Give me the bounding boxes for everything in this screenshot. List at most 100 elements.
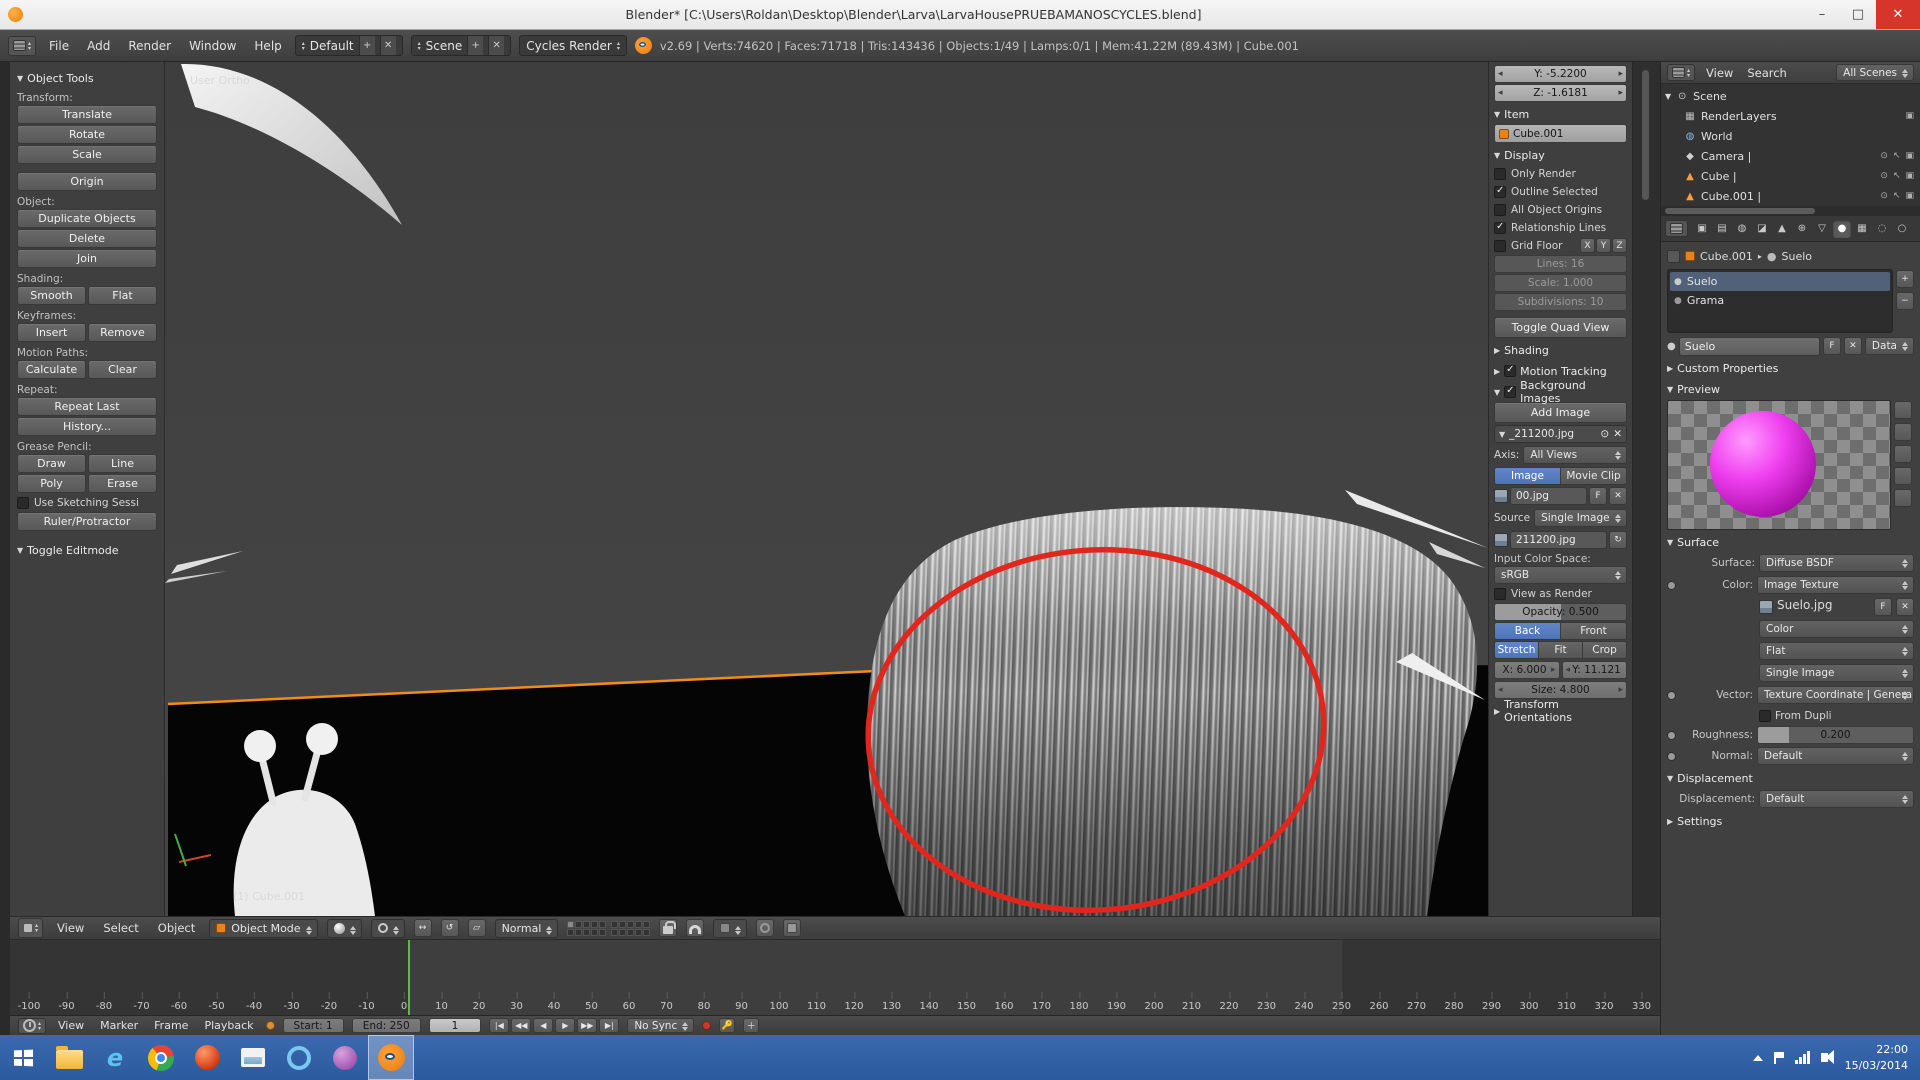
expand-icon[interactable]: ▼ [1499,430,1505,439]
minimize-button[interactable]: – [1804,0,1840,29]
offset-x-field[interactable]: X: 6.000▸ [1494,661,1560,679]
gp-poly-button[interactable]: Poly [17,474,86,493]
outliner-filter-dropdown[interactable]: All Scenes [1836,64,1914,81]
layers-widget[interactable] [567,921,650,936]
tab-render[interactable]: ▣ [1693,220,1711,238]
origin-button[interactable]: Origin [17,172,157,191]
color-space-dropdown[interactable]: sRGB [1494,566,1627,584]
all-object-origins-checkbox[interactable]: All Object Origins [1494,201,1627,218]
tab-physics[interactable]: ○ [1893,220,1911,238]
image-filename[interactable]: 00.jpg [1510,487,1587,505]
history-button[interactable]: History... [17,417,157,436]
checkbox-checked-icon[interactable] [1504,386,1516,398]
duplicate-objects-button[interactable]: Duplicate Objects [17,209,157,228]
manipulator-scale-toggle[interactable]: ▱ [468,919,486,937]
preview-cube-button[interactable] [1894,445,1912,463]
axis-dropdown[interactable]: All Views [1523,446,1627,464]
color-mode-dropdown[interactable]: Color [1759,620,1914,638]
selectable-icon[interactable]: ↖ [1893,151,1901,161]
displacement-dropdown[interactable]: Default [1759,790,1914,808]
custom-properties-panel-header[interactable]: ▶Custom Properties [1667,359,1914,377]
relationship-lines-checkbox[interactable]: Relationship Lines [1494,219,1627,236]
add-image-button[interactable]: Add Image [1494,402,1627,423]
from-dupli-checkbox[interactable]: From Dupli [1759,707,1914,724]
repeat-last-button[interactable]: Repeat Last [17,397,157,416]
display-panel-header[interactable]: ▼Display [1494,146,1627,164]
data-link-dropdown[interactable]: Data [1865,337,1914,355]
tab-object[interactable]: ◪ [1753,220,1771,238]
grid-z-toggle[interactable]: Z [1612,238,1627,253]
eye-icon[interactable]: ⊙ [1600,428,1609,440]
layer-grid-right[interactable] [611,921,650,936]
render-restrict-icon[interactable]: ▣ [1905,111,1914,121]
transform-orientation-dropdown[interactable]: Normal [495,919,559,938]
material-slot-list[interactable]: ●Suelo ●Grama [1667,269,1893,333]
messenger-icon[interactable] [322,1035,368,1080]
gp-draw-button[interactable]: Draw [17,454,86,473]
insert-keyframe-button[interactable]: Insert [17,323,86,342]
record-button[interactable] [702,1021,711,1030]
grid-x-toggle[interactable]: X [1580,238,1595,253]
preview-sphere-button[interactable] [1894,401,1912,419]
breadcrumb-material[interactable]: Suelo [1782,250,1813,263]
close-button[interactable]: ✕ [1876,0,1920,29]
outliner-editor-type-button[interactable]: ▴▾ [1667,64,1695,81]
unlink-image-button[interactable]: ✕ [1609,487,1627,505]
next-keyframe-button[interactable]: ▶▶ [577,1018,597,1033]
tab-particles[interactable]: ◌ [1873,220,1891,238]
properties-editor-type-button[interactable] [1665,220,1688,237]
delete-button[interactable]: Delete [17,229,157,248]
viewport-menu-object[interactable]: Object [153,919,200,937]
fit-button[interactable]: Fit [1539,642,1583,658]
menu-add[interactable]: Add [82,37,115,55]
tab-world[interactable]: ◍ [1733,220,1751,238]
front-button[interactable]: Front [1561,623,1626,639]
hide-icon[interactable]: ⊙ [1880,151,1888,161]
timeline-menu-view[interactable]: View [54,1018,88,1033]
opacity-slider[interactable]: Opacity: 0.500 [1494,603,1627,621]
screen-layout-selector[interactable]: ▴▾Default+✕ [295,35,403,56]
prev-keyframe-button[interactable]: ◀◀ [511,1018,531,1033]
vector-dropdown[interactable]: Texture Coordinate | Genera [1757,686,1914,704]
render-opengl-button[interactable] [756,919,774,937]
preview-panel-header[interactable]: ▼Preview [1667,380,1914,398]
maximize-button[interactable]: □ [1840,0,1876,29]
image-tab[interactable]: Image [1495,468,1561,484]
tab-scene[interactable]: ▤ [1713,220,1731,238]
view-as-render-checkbox[interactable]: View as Render [1494,585,1627,602]
normal-dropdown[interactable]: Default [1757,747,1914,765]
menu-render[interactable]: Render [123,37,176,55]
jump-to-start-button[interactable]: |◀ [489,1018,509,1033]
increment-icon[interactable]: ▸ [1618,88,1623,98]
checkbox-checked-icon[interactable] [1504,365,1516,377]
movie-clip-tab[interactable]: Movie Clip [1561,468,1626,484]
render-restrict-icon[interactable]: ▣ [1905,191,1914,201]
layout-delete-button[interactable]: ✕ [380,36,396,55]
background-image-entry[interactable]: ▼_211200.jpg⊙✕ [1494,425,1627,443]
outliner-row-renderlayers[interactable]: ▦RenderLayers▣ [1665,106,1916,126]
location-y-field[interactable]: ◂Y: -5.2200▸ [1494,65,1627,83]
material-browse-icon[interactable]: ● [1667,341,1676,352]
preview-flat-button[interactable] [1894,423,1912,441]
location-z-field[interactable]: ◂Z: -1.6181▸ [1494,84,1627,102]
add-slot-button[interactable]: + [1896,270,1914,288]
object-name-field[interactable]: Cube.001 [1494,124,1627,143]
start-frame-field[interactable]: Start: 1 [283,1018,344,1033]
render-restrict-icon[interactable]: ▣ [1905,151,1914,161]
grid-scale-field[interactable]: Scale: 1.000 [1494,274,1627,292]
expand-icon[interactable]: ▼ [1665,92,1671,101]
scene-selector[interactable]: ▴▾Scene+✕ [411,35,512,56]
volume-icon[interactable] [1821,1053,1828,1062]
surface-panel-header[interactable]: ▼Surface [1667,533,1914,551]
increment-icon[interactable]: ▸ [1618,69,1623,79]
breadcrumb-object[interactable]: Cube.001 [1700,250,1753,263]
tab-data[interactable]: ▽ [1813,220,1831,238]
play-button[interactable]: ▶ [555,1018,575,1033]
only-render-checkbox[interactable]: Only Render [1494,165,1627,182]
motion-tracking-panel-header[interactable]: ▶Motion Tracking [1494,362,1627,380]
manipulator-translate-toggle[interactable]: ↔ [414,919,432,937]
color-input-dropdown[interactable]: Image Texture [1757,576,1914,594]
viewport-3d[interactable]: User Ortho (1) Cube.001 [165,62,1660,916]
displacement-panel-header[interactable]: ▼Displacement [1667,769,1914,787]
menu-window[interactable]: Window [184,37,241,55]
